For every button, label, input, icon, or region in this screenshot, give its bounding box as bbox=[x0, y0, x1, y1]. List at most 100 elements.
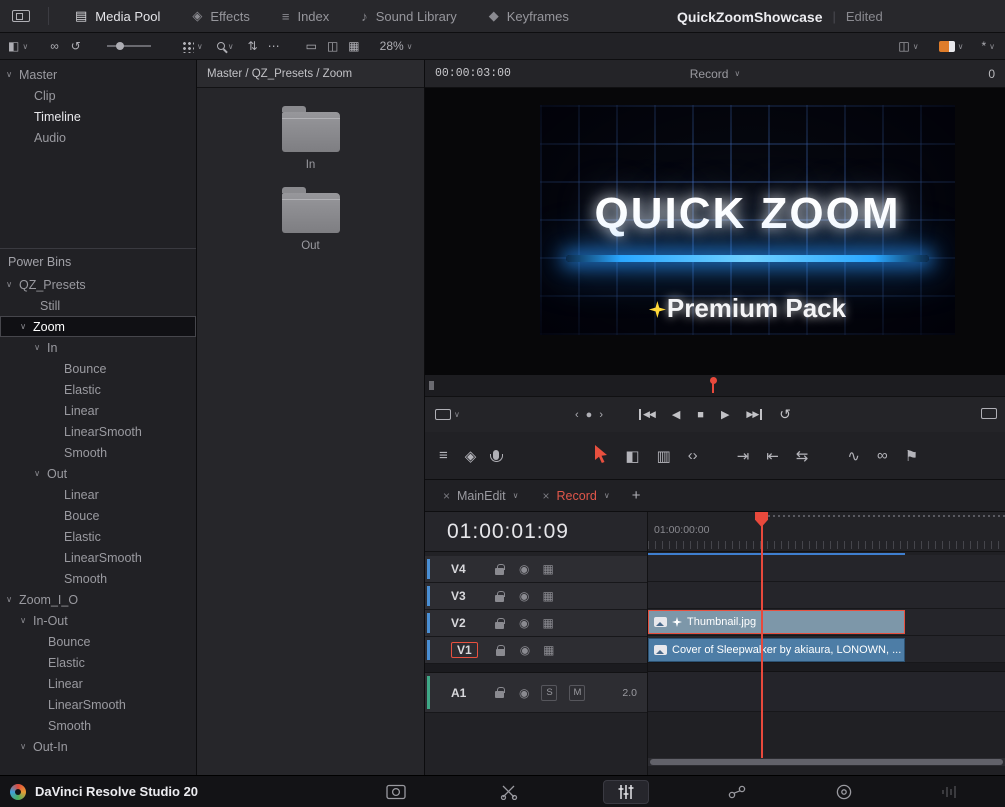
transform-tool-button[interactable]: * ∨ bbox=[981, 39, 995, 53]
jog-control[interactable]: ‹●› bbox=[575, 409, 610, 421]
filmstrip-icon[interactable]: ▦ bbox=[543, 643, 554, 657]
bin-item-timeline[interactable]: Timeline bbox=[0, 106, 196, 127]
track-v2-content[interactable]: Thumbnail.jpg bbox=[648, 609, 1005, 636]
bin-item-master[interactable]: ∨ Master bbox=[0, 64, 196, 85]
bin-item-linearsmooth[interactable]: LinearSmooth bbox=[0, 421, 196, 442]
scrubber-playhead[interactable] bbox=[709, 377, 717, 393]
play-reverse-button[interactable]: ◀ bbox=[672, 408, 680, 421]
scrollbar-thumb[interactable] bbox=[650, 759, 1003, 765]
viewer-zoom-select[interactable]: 28% ∨ bbox=[380, 39, 413, 53]
lock-icon[interactable] bbox=[495, 563, 505, 575]
auto-select-icon[interactable]: ◉ bbox=[519, 686, 529, 700]
page-color-button[interactable] bbox=[835, 780, 853, 804]
filmstrip-icon[interactable]: ▦ bbox=[542, 562, 553, 576]
timeline-tab-mainedit[interactable]: × MainEdit ∨ bbox=[431, 480, 531, 512]
video-overlay-button[interactable]: ◈ bbox=[465, 447, 477, 465]
auto-select-icon[interactable]: ◉ bbox=[520, 643, 530, 657]
bin-item-bounce[interactable]: Bounce bbox=[0, 631, 196, 652]
play-button[interactable]: ▶ bbox=[721, 408, 729, 421]
bin-item-bounce[interactable]: Bounce bbox=[0, 358, 196, 379]
solo-button[interactable]: S bbox=[541, 684, 558, 701]
monitor-view-2-button[interactable]: ◫ bbox=[327, 39, 338, 53]
tab-sound-library[interactable]: ♪ Sound Library bbox=[345, 0, 472, 33]
auto-select-icon[interactable]: ◉ bbox=[519, 562, 529, 576]
track-v1-content[interactable]: Cover of Sleepwalker by akiaura, LONOWN,… bbox=[648, 636, 1005, 663]
tab-keyframes[interactable]: ◆ Keyframes bbox=[473, 0, 585, 33]
viewer-timeline-select[interactable]: Record ∨ bbox=[690, 67, 741, 81]
bin-item-in-out[interactable]: ∨ In-Out bbox=[0, 610, 196, 631]
bin-item-smooth[interactable]: Smooth bbox=[0, 442, 196, 463]
cinema-viewer-button[interactable] bbox=[981, 407, 997, 422]
breadcrumb[interactable]: Master / QZ_Presets / Zoom bbox=[197, 60, 424, 88]
search-button[interactable]: ∨ bbox=[216, 42, 234, 51]
track-header-v4[interactable]: V4 ◉ ▦ bbox=[425, 556, 647, 583]
bin-item-qz-presets[interactable]: ∨ QZ_Presets bbox=[0, 274, 196, 295]
folder-out[interactable]: Out bbox=[281, 187, 340, 252]
timeline-view-options-button[interactable]: ≡ bbox=[439, 447, 448, 464]
bin-item-smooth[interactable]: Smooth bbox=[0, 568, 196, 589]
first-frame-button[interactable]: ◀◀ bbox=[638, 409, 656, 420]
bin-item-elastic[interactable]: Elastic bbox=[0, 652, 196, 673]
bin-item-still[interactable]: Still bbox=[0, 295, 196, 316]
workspace-icon[interactable] bbox=[12, 10, 30, 22]
bin-item-linear[interactable]: Linear bbox=[0, 673, 196, 694]
bin-item-zoom[interactable]: ∨ Zoom bbox=[0, 316, 196, 337]
retime-curve-button[interactable]: ∿ bbox=[847, 447, 860, 465]
filmstrip-icon[interactable]: ▦ bbox=[542, 616, 553, 630]
auto-select-icon[interactable]: ◉ bbox=[519, 616, 529, 630]
timeline-horizontal-scrollbar[interactable] bbox=[648, 758, 1005, 766]
overwrite-clip-button[interactable]: ⇤ bbox=[766, 447, 779, 465]
dynamic-trim-button[interactable]: ‹› bbox=[688, 447, 698, 464]
page-cut-button[interactable] bbox=[500, 780, 520, 804]
page-fusion-button[interactable] bbox=[727, 780, 747, 804]
bin-item-in[interactable]: ∨ In bbox=[0, 337, 196, 358]
stop-button[interactable]: ■ bbox=[697, 409, 704, 421]
tab-media-pool[interactable]: ▤ Media Pool bbox=[59, 0, 176, 33]
more-options-button[interactable]: ⋯ bbox=[268, 39, 280, 53]
timeline-playhead-timecode[interactable]: 01:00:01:09 bbox=[425, 512, 647, 552]
track-header-a1[interactable]: A1 ◉ S M 2.0 bbox=[425, 673, 647, 713]
track-a1-content[interactable] bbox=[648, 672, 1005, 712]
track-header-v1[interactable]: V1 ◉ ▦ bbox=[425, 637, 647, 664]
bin-item-audio[interactable]: Audio bbox=[0, 127, 196, 148]
lock-icon[interactable] bbox=[495, 617, 505, 629]
track-header-v3[interactable]: V3 ◉ ▦ bbox=[425, 583, 647, 610]
voiceover-button[interactable] bbox=[489, 447, 503, 464]
lock-icon[interactable] bbox=[495, 687, 505, 698]
viewer-mode-button[interactable]: ∨ bbox=[435, 409, 460, 420]
bin-item-linear[interactable]: Linear bbox=[0, 484, 196, 505]
viewer-scrubber[interactable] bbox=[425, 375, 1005, 397]
tab-effects[interactable]: ◈ Effects bbox=[176, 0, 266, 33]
linked-selection-button[interactable]: ∞ bbox=[877, 447, 888, 464]
loop-button[interactable]: ↺ bbox=[779, 406, 791, 423]
bin-item-smooth[interactable]: Smooth bbox=[0, 715, 196, 736]
trim-edit-mode-button[interactable]: ◧ bbox=[625, 447, 639, 465]
bin-item-elastic[interactable]: Elastic bbox=[0, 526, 196, 547]
page-media-button[interactable] bbox=[386, 780, 406, 804]
razor-tool-button[interactable]: ▥ bbox=[657, 447, 671, 465]
timeline-playhead-line[interactable] bbox=[761, 512, 763, 758]
bin-item-out[interactable]: ∨ Out bbox=[0, 463, 196, 484]
track-v3-content[interactable] bbox=[648, 582, 1005, 609]
page-edit-button[interactable] bbox=[603, 780, 649, 804]
mute-button[interactable]: M bbox=[569, 684, 586, 701]
track-header-v2[interactable]: V2 ◉ ▦ bbox=[425, 610, 647, 637]
timeline-ruler[interactable]: 01:00:00:00 bbox=[648, 512, 1005, 552]
folder-in[interactable]: In bbox=[281, 106, 340, 171]
thumbnail-size-slider[interactable] bbox=[106, 42, 151, 50]
clip-cover-of-sleepwalker[interactable]: Cover of Sleepwalker by akiaura, LONOWN,… bbox=[648, 638, 905, 662]
proxy-media-button[interactable]: ∨ bbox=[938, 40, 963, 52]
link-bins-button[interactable]: ∞ bbox=[50, 39, 59, 53]
insert-clip-button[interactable]: ⇥ bbox=[737, 447, 750, 465]
bin-item-elastic[interactable]: Elastic bbox=[0, 379, 196, 400]
bin-item-linearsmooth[interactable]: LinearSmooth bbox=[0, 547, 196, 568]
page-fairlight-button[interactable] bbox=[940, 780, 960, 804]
track-label-destination[interactable]: V1 bbox=[451, 642, 478, 658]
display-mode-button[interactable]: ◫ ∨ bbox=[898, 39, 918, 53]
timeline-tab-record[interactable]: × Record ∨ bbox=[531, 480, 622, 512]
monitor-view-1-button[interactable]: ▭ bbox=[306, 39, 317, 53]
panel-layout-button[interactable]: ◧ ∨ bbox=[8, 39, 28, 53]
bin-item-bouce[interactable]: Bouce bbox=[0, 505, 196, 526]
bin-item-clip[interactable]: Clip bbox=[0, 85, 196, 106]
selection-tool-button[interactable] bbox=[594, 444, 608, 467]
